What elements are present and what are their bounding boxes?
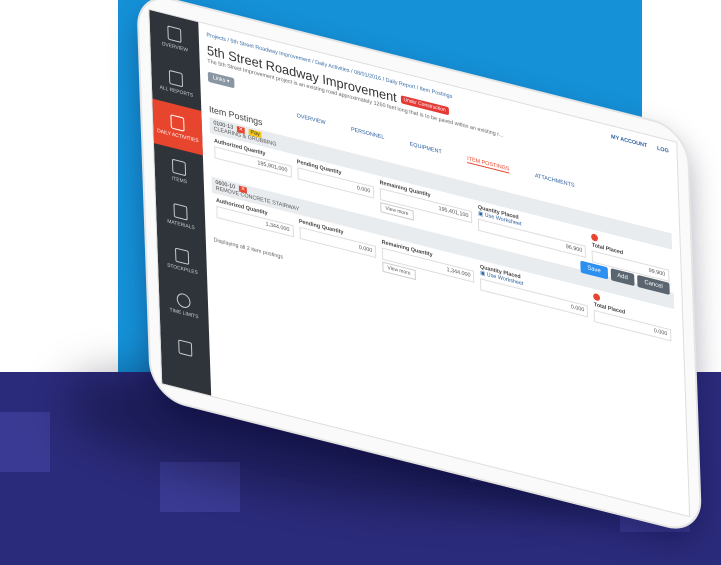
clock-icon: [176, 291, 191, 309]
reports-icon: [168, 69, 184, 87]
links-label: Links: [212, 74, 226, 85]
sidebar-item-label: All Reports: [159, 83, 194, 99]
tab-equipment[interactable]: Equipment: [410, 141, 442, 156]
overview-icon: [167, 24, 182, 43]
gavel-icon: [178, 338, 193, 357]
tab-overview[interactable]: Overview: [297, 113, 326, 127]
materials-icon: [173, 202, 188, 221]
links-dropdown[interactable]: Links ▾: [207, 71, 235, 89]
sidebar-item-label: Overview: [161, 40, 189, 54]
calendar-icon: [170, 113, 185, 132]
sidebar-item-label: Time Limits: [169, 306, 199, 320]
items-icon: [171, 158, 187, 176]
logout-link[interactable]: Log: [657, 146, 669, 155]
sidebar-item-label: Items: [171, 175, 188, 185]
worksheet-icon: ▣: [478, 210, 484, 219]
sidebar-item-label: Stockpiles: [167, 261, 198, 276]
sidebar-item-label: Materials: [167, 217, 195, 231]
remove-icon[interactable]: [593, 292, 601, 302]
tab-personnel[interactable]: Personnel: [351, 127, 384, 142]
backdrop-tile: [0, 412, 50, 472]
chevron-down-icon: ▾: [226, 78, 230, 86]
remove-icon[interactable]: [591, 233, 599, 243]
stockpiles-icon: [174, 246, 190, 265]
worksheet-icon: ▣: [480, 270, 486, 278]
